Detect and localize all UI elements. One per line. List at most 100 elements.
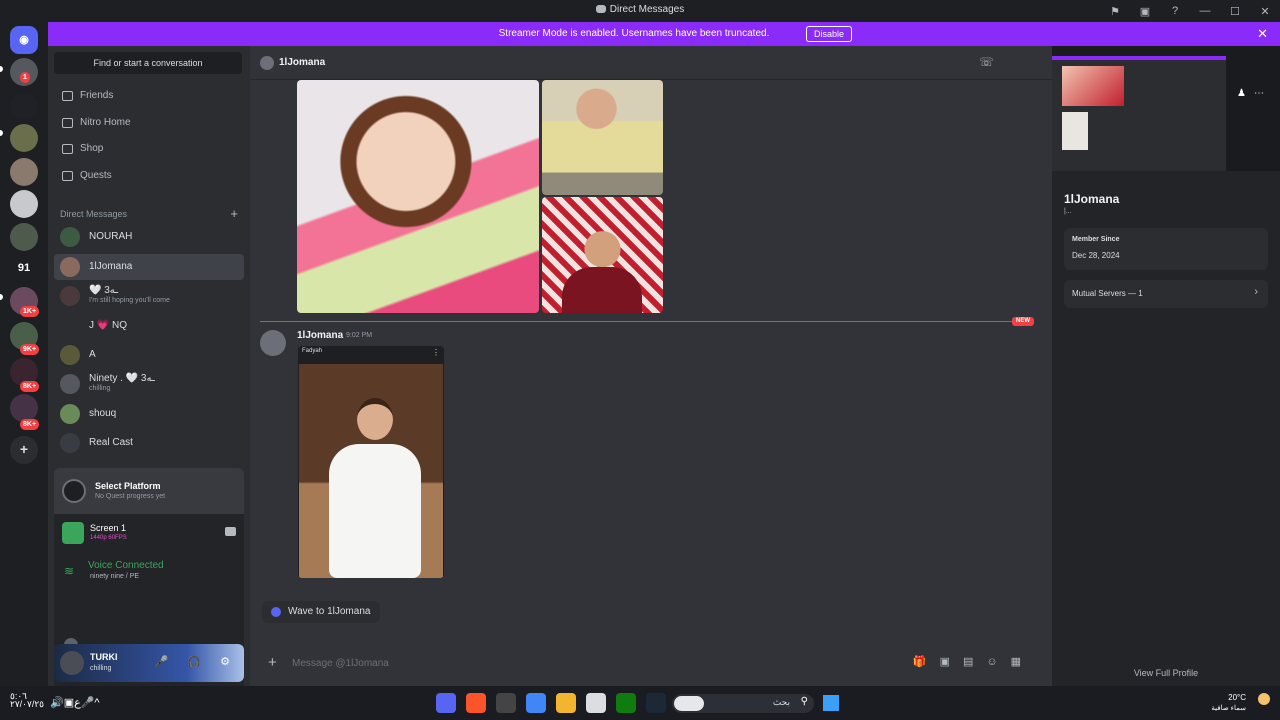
user-controls[interactable]: 🎤 🎧 ⚙	[155, 655, 238, 668]
create-dm-button[interactable]: +	[230, 206, 238, 221]
add-server-button[interactable]: +	[10, 436, 38, 464]
server-icon[interactable]: 91	[10, 255, 38, 283]
nitro-icon	[62, 118, 73, 128]
more-icon[interactable]: ⋮	[432, 348, 440, 357]
profile-banner: ♟⋯	[1052, 46, 1280, 171]
inbox-flag-icon[interactable]: ⚑	[1100, 5, 1130, 18]
close-window-button[interactable]: ✕	[1250, 5, 1280, 18]
attachment-image[interactable]	[542, 80, 663, 195]
server-icon[interactable]	[10, 223, 38, 251]
attachment-image[interactable]	[297, 80, 539, 313]
server-icon[interactable]	[10, 124, 38, 152]
avatar	[60, 433, 80, 453]
weather-text: سماء صافية	[1211, 705, 1246, 712]
voice-status[interactable]: Voice Connected	[88, 560, 164, 571]
message-author[interactable]: 1lJomana	[297, 330, 343, 341]
avatar[interactable]	[260, 330, 286, 356]
quests-icon	[62, 171, 73, 181]
store-app-icon[interactable]	[586, 693, 606, 713]
dm-section-header: Direct Messages	[60, 209, 128, 219]
unread-pip	[0, 130, 3, 136]
server-badge: 1K+	[20, 306, 40, 317]
weather-cloud-icon	[674, 696, 704, 711]
nav-quests[interactable]: Quests	[54, 164, 244, 188]
new-badge: NEW	[1012, 317, 1034, 326]
server-badge: 8K+	[20, 381, 40, 392]
dm-item[interactable]: 1lJomana	[54, 254, 244, 280]
discord-app-icon[interactable]	[436, 693, 456, 713]
taskbar: ٥:٠٦ ٢٧/٠٧/٢٥ 🔊▣ع🎤^ بحث ⚲ 20°C سماء صافي…	[0, 686, 1280, 720]
inbox-icon[interactable]: ▣	[1130, 5, 1160, 18]
avatar	[60, 345, 80, 365]
disable-button[interactable]: Disable	[806, 26, 852, 42]
avatar	[60, 316, 80, 336]
taskbar-apps	[436, 693, 666, 713]
help-icon[interactable]: ?	[1160, 5, 1190, 17]
profile-actions[interactable]: ♟⋯	[1237, 88, 1272, 99]
maximize-button[interactable]: ☐	[1220, 5, 1250, 18]
avatar	[60, 404, 80, 424]
avatar	[60, 651, 84, 675]
clock[interactable]: ٥:٠٦ ٢٧/٠٧/٢٥	[10, 692, 44, 709]
temperature[interactable]: 20°C	[1228, 693, 1246, 702]
server-icon[interactable]	[10, 394, 38, 422]
shop-icon	[62, 144, 73, 154]
call-icon[interactable]: ☏	[979, 55, 994, 69]
window-title: Direct Messages	[0, 4, 1280, 15]
embed-photo	[299, 364, 443, 578]
brave-app-icon[interactable]	[466, 693, 486, 713]
banner-close-icon[interactable]: ✕	[1257, 26, 1268, 42]
attach-plus-icon[interactable]: +	[268, 654, 277, 671]
unread-pip	[0, 66, 3, 72]
wave-button[interactable]: Wave to 1lJomana	[262, 601, 381, 623]
dm-item[interactable]: 🤍 ـه3 I'm still hoping you'll come	[54, 283, 244, 309]
banner-text: Streamer Mode is enabled. Usernames have…	[498, 28, 770, 39]
image-embed[interactable]: Fadyah ⋮	[298, 346, 444, 578]
discord-logo-icon: ◉	[19, 34, 29, 46]
obs-app-icon[interactable]	[496, 693, 516, 713]
attachment-image[interactable]	[542, 197, 663, 313]
chrome-app-icon[interactable]	[526, 693, 546, 713]
message-input[interactable]	[292, 651, 892, 675]
nav-nitro-home[interactable]: Nitro Home	[54, 111, 244, 135]
minimize-button[interactable]: —	[1190, 5, 1220, 17]
server-icon[interactable]	[10, 190, 38, 218]
stop-stream-icon[interactable]	[225, 527, 236, 536]
avatar	[60, 286, 80, 306]
dm-item[interactable]: NOURAH	[54, 224, 244, 250]
nav-friends[interactable]: Friends	[54, 84, 244, 108]
server-icon[interactable]	[10, 158, 38, 186]
dm-item[interactable]: Ninety . 🤍 ـه3 chilling	[54, 371, 244, 397]
quest-platform-icon	[62, 479, 86, 503]
dm-item[interactable]: J 💗 NQ	[54, 313, 244, 339]
recipient-name[interactable]: 1lJomana	[279, 57, 325, 68]
quest-card[interactable]: Select Platform No Quest progress yet	[54, 468, 244, 514]
unread-pip	[0, 294, 3, 300]
windows-start-icon[interactable]	[823, 695, 839, 711]
steam-app-icon[interactable]	[646, 693, 666, 713]
composer-tools[interactable]: 🎁▣▤☺▦	[913, 655, 1034, 668]
find-conversation-button[interactable]: Find or start a conversation	[54, 52, 242, 74]
avatar	[60, 257, 80, 277]
server-icon[interactable]	[10, 92, 38, 120]
search-icon: ⚲	[800, 696, 808, 707]
stream-preview[interactable]	[1052, 56, 1226, 171]
dm-item[interactable]: A	[54, 342, 244, 368]
chat-area: 1lJomana ☏ NEW 1lJomana 9:02 PM Fadyah ⋮…	[250, 46, 1052, 686]
home-button[interactable]: ◉	[10, 26, 38, 54]
xbox-app-icon[interactable]	[616, 693, 636, 713]
new-messages-divider	[260, 321, 1030, 322]
view-full-profile-link[interactable]: View Full Profile	[1052, 668, 1280, 678]
dm-item[interactable]: shouq	[54, 401, 244, 427]
server-label: 91	[17, 262, 31, 274]
taskbar-search[interactable]: بحث ⚲	[672, 694, 814, 713]
dm-item[interactable]: Real Cast	[54, 430, 244, 456]
screen-share-icon	[62, 522, 84, 544]
mutual-servers-button[interactable]: Mutual Servers — 1 ›	[1064, 280, 1268, 308]
tray-icons[interactable]: 🔊▣ع🎤^	[50, 696, 100, 709]
file-explorer-icon[interactable]	[556, 693, 576, 713]
dm-sidebar: Find or start a conversation Friends Nit…	[48, 46, 250, 686]
nav-shop[interactable]: Shop	[54, 137, 244, 161]
user-panel[interactable]: TURKI chilling 🎤 🎧 ⚙	[54, 644, 244, 682]
chat-header: 1lJomana ☏	[250, 46, 1052, 80]
